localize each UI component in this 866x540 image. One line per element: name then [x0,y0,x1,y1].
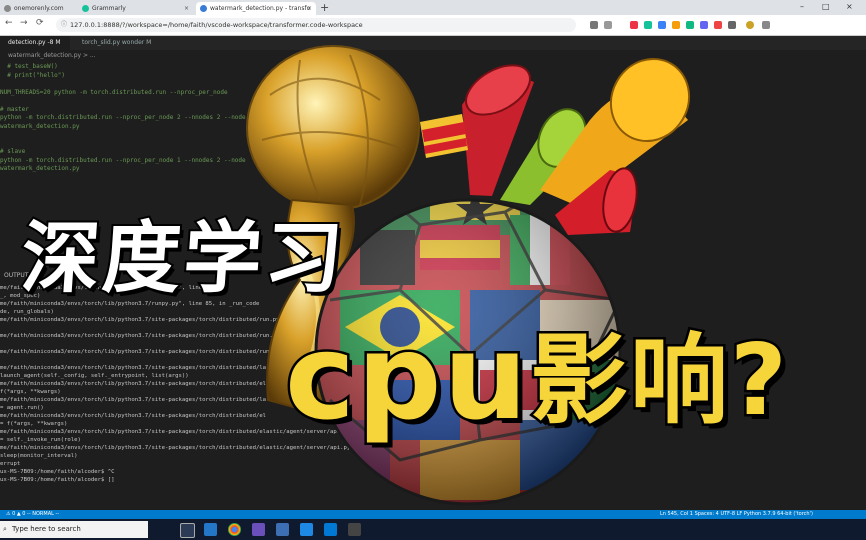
flag-icon [420,114,468,158]
thumbnail-title-line1: 深度学习 [16,212,350,306]
thumbnail-title-line2-latin: cpu [282,308,530,446]
thumbnail-title-line2-cjk: 影响? [528,324,790,439]
